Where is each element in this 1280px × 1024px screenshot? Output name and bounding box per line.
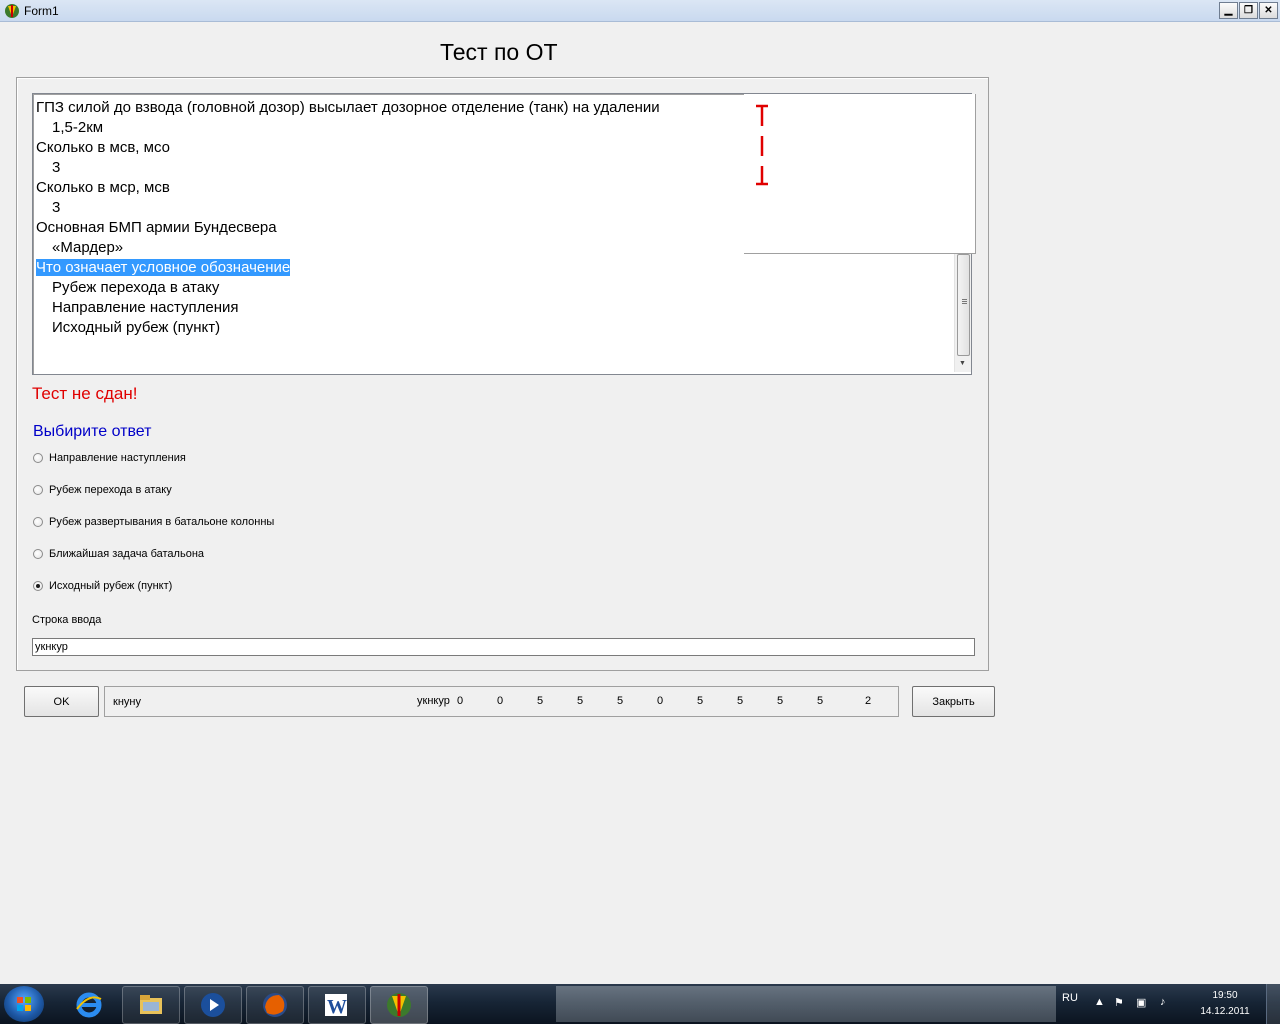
start-button[interactable] xyxy=(4,986,44,1022)
internet-explorer-icon xyxy=(76,992,102,1018)
status-number: 0 xyxy=(657,695,664,707)
taskbar-word[interactable]: W xyxy=(308,986,366,1024)
folder-icon xyxy=(140,995,162,1014)
status-number: 5 xyxy=(817,695,824,707)
clock[interactable]: 19:50 14.12.2011 xyxy=(1195,988,1255,1020)
memo-line: Рубеж перехода в атаку xyxy=(36,278,660,298)
scrollbar-thumb[interactable] xyxy=(957,254,970,356)
scroll-down-icon[interactable]: ▼ xyxy=(959,360,966,367)
status-number: 5 xyxy=(737,695,744,707)
answer-option[interactable]: Рубеж развертывания в батальоне колонны xyxy=(33,515,274,529)
memo-line: ГПЗ силой до взвода (головной дозор) выс… xyxy=(36,98,660,118)
media-player-icon xyxy=(201,993,225,1017)
answer-option[interactable]: Рубеж перехода в атаку xyxy=(33,483,172,497)
word-icon: W xyxy=(325,994,347,1018)
memo-line-text: 3 xyxy=(52,159,61,176)
radio-button[interactable] xyxy=(33,517,43,527)
radio-button[interactable] xyxy=(33,485,43,495)
window-title: Form1 xyxy=(24,4,59,18)
taskbar-firefox[interactable] xyxy=(246,986,304,1024)
taskbar-media-player[interactable] xyxy=(184,986,242,1024)
minimize-button[interactable]: ▁ xyxy=(1219,2,1238,19)
ok-button[interactable]: OK xyxy=(24,686,99,717)
answer-label: Рубеж развертывания в батальоне колонны xyxy=(49,516,275,528)
network-icon[interactable]: ▣ xyxy=(1136,996,1146,1009)
close-window-button[interactable]: ✕ xyxy=(1259,2,1278,19)
show-desktop-button[interactable] xyxy=(1266,984,1280,1024)
close-button[interactable]: Закрыть xyxy=(912,686,995,717)
answer-input[interactable] xyxy=(32,638,975,656)
memo-line: Что означает условное обозначение xyxy=(36,258,660,278)
taskbar: W RU ▲ ⚑ ▣ ♪ 19:50 14.12.2011 xyxy=(0,984,1280,1024)
radio-button[interactable] xyxy=(33,549,43,559)
status-number: 5 xyxy=(617,695,624,707)
answer-label: Исходный рубеж (пункт) xyxy=(49,580,173,592)
taskbar-explorer[interactable] xyxy=(122,986,180,1024)
language-indicator[interactable]: RU xyxy=(1062,992,1078,1004)
memo-line: Исходный рубеж (пункт) xyxy=(36,318,660,338)
memo-line-text: Основная БМП армии Бундесвера xyxy=(36,219,277,236)
memo-line-text: Сколько в мсв, мсо xyxy=(36,139,170,156)
memo-line-text: ГПЗ силой до взвода (головной дозор) выс… xyxy=(36,99,660,116)
memo-line-text: «Мардер» xyxy=(52,239,124,256)
status-right-text: укнкур xyxy=(417,695,450,707)
status-number: 5 xyxy=(577,695,584,707)
taskbar-ie[interactable] xyxy=(60,986,118,1024)
memo-line-text: Исходный рубеж (пункт) xyxy=(52,319,221,336)
memo-line: «Мардер» xyxy=(36,238,660,258)
title-bar: Form1 ▁ ❐ ✕ xyxy=(0,0,1280,22)
status-number: 5 xyxy=(697,695,704,707)
radio-button[interactable] xyxy=(33,581,43,591)
memo-line: 3 xyxy=(36,198,660,218)
windows-logo-icon xyxy=(17,997,31,1011)
radio-button[interactable] xyxy=(33,453,43,463)
symbol-image xyxy=(744,94,976,254)
status-left-text: кнуну xyxy=(113,696,141,708)
taskbar-preview-area xyxy=(556,986,1056,1022)
answer-label: Ближайшая задача батальона xyxy=(49,548,205,560)
svg-text:W: W xyxy=(327,996,347,1018)
clock-time: 19:50 xyxy=(1212,990,1238,1001)
memo-line: Основная БМП армии Бундесвера xyxy=(36,218,660,238)
memo-line: Направление наступления xyxy=(36,298,660,318)
firefox-icon xyxy=(263,993,287,1017)
memo-line-text: 3 xyxy=(52,199,61,216)
restore-button[interactable]: ❐ xyxy=(1239,2,1258,19)
answer-option[interactable]: Направление наступления xyxy=(33,451,186,465)
status-number: 5 xyxy=(777,695,784,707)
memo-line: 3 xyxy=(36,158,660,178)
test-app-icon xyxy=(387,993,411,1017)
status-bar: кнуну укнкур 0 0 5 5 5 0 5 5 5 5 2 xyxy=(104,686,899,717)
status-number: 0 xyxy=(457,695,464,707)
answer-label: Направление наступления xyxy=(49,452,186,464)
result-status: Тест не сдан! xyxy=(32,384,138,403)
app-icon xyxy=(5,4,19,18)
answer-prompt: Выбирите ответ xyxy=(33,423,152,440)
memo-line-text: Рубеж перехода в атаку xyxy=(52,279,220,296)
start-line-symbol-icon xyxy=(756,104,768,186)
taskbar-test-app[interactable] xyxy=(370,986,428,1024)
memo-line-text: Направление наступления xyxy=(52,299,239,316)
answer-option[interactable]: Ближайшая задача батальона xyxy=(33,547,204,561)
tray-expand-icon[interactable]: ▲ xyxy=(1094,996,1105,1008)
status-number: 5 xyxy=(537,695,544,707)
memo-line: Сколько в мср, мсв xyxy=(36,178,660,198)
memo-line: Сколько в мсв, мсо xyxy=(36,138,660,158)
action-center-flag-icon[interactable]: ⚑ xyxy=(1114,996,1124,1009)
clock-date: 14.12.2011 xyxy=(1200,1006,1250,1017)
answer-label: Рубеж перехода в атаку xyxy=(49,484,172,496)
input-label: Строка ввода xyxy=(32,614,102,626)
page-title: Тест по ОТ xyxy=(440,39,558,65)
status-number: 2 xyxy=(865,695,872,707)
answer-option[interactable]: Исходный рубеж (пункт) xyxy=(33,579,172,593)
memo-line-text: 1,5-2км xyxy=(52,119,104,136)
status-number: 0 xyxy=(497,695,504,707)
memo-lines: ГПЗ силой до взвода (головной дозор) выс… xyxy=(36,98,660,338)
volume-icon[interactable]: ♪ xyxy=(1160,996,1166,1008)
memo-line: 1,5-2км xyxy=(36,118,660,138)
memo-line-text: Сколько в мср, мсв xyxy=(36,179,170,196)
memo-line-text: Что означает условное обозначение xyxy=(36,259,291,276)
